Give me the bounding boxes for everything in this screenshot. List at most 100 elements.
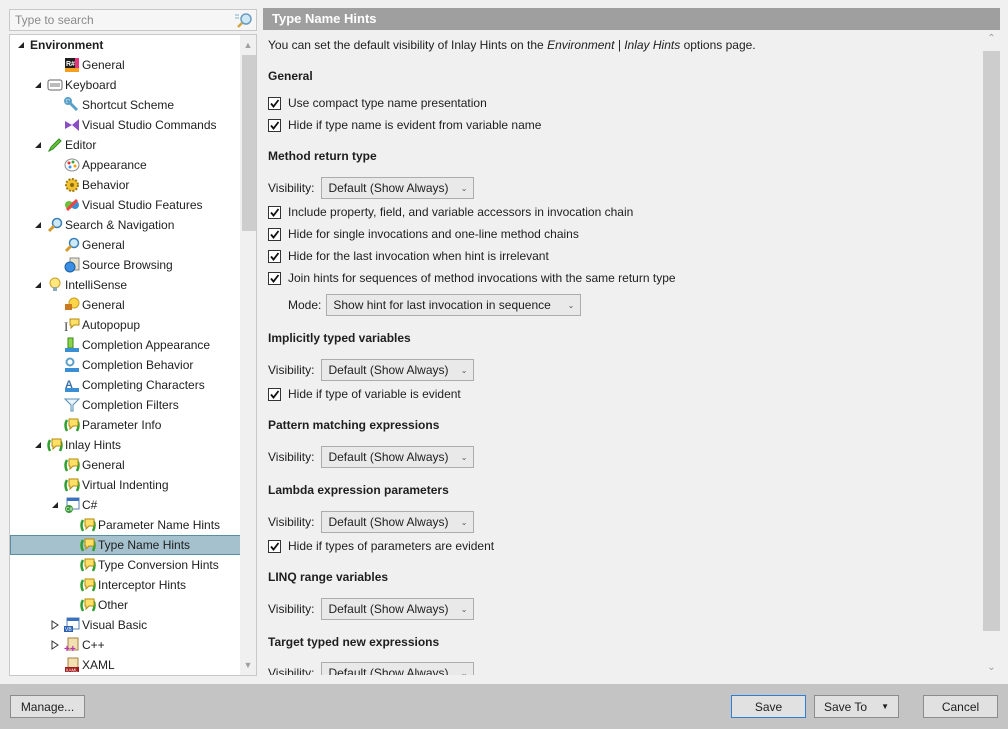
inlay-hint-icon — [64, 457, 80, 473]
manage-button[interactable]: Manage... — [10, 695, 85, 718]
tree-item[interactable]: Completion Behavior — [10, 355, 241, 375]
tree-item[interactable]: Parameter Info — [10, 415, 241, 435]
scroll-down-icon[interactable]: ⌄ — [983, 661, 1000, 675]
implicit-vars-visibility-dropdown[interactable]: Default (Show Always) ⌄ — [321, 359, 475, 381]
chevron-down-icon: ⌄ — [460, 517, 468, 527]
tree-item[interactable]: Shortcut Scheme — [10, 95, 241, 115]
expanded-arrow-icon[interactable] — [33, 140, 43, 150]
checkbox-hide-last-invocation[interactable]: Hide for the last invocation when hint i… — [268, 247, 549, 265]
checkbox-compact-type-name[interactable]: Use compact type name presentation — [268, 94, 487, 112]
scroll-up-icon[interactable]: ⌃ — [983, 32, 1000, 46]
inlay-hint-icon — [64, 477, 80, 493]
intro-prefix: You can set the default visibility of In… — [268, 38, 548, 52]
method-return-visibility-dropdown[interactable]: Default (Show Always) ⌄ — [321, 177, 475, 199]
intro-link[interactable]: Environment | Inlay Hints — [547, 38, 680, 52]
checkbox-label: Include property, field, and variable ac… — [288, 205, 634, 219]
checkbox[interactable] — [268, 271, 281, 285]
expanded-arrow-icon[interactable] — [33, 280, 43, 290]
tree-item[interactable]: Completion Filters — [10, 395, 241, 415]
tree-item[interactable]: Visual Studio Commands — [10, 115, 241, 135]
checkbox[interactable] — [268, 249, 281, 263]
save-to-button[interactable]: Save To ▼ — [814, 695, 899, 718]
tree-item[interactable]: Visual Studio Features — [10, 195, 241, 215]
tree-item[interactable]: IntelliSense — [10, 275, 241, 295]
linq-visibility-dropdown[interactable]: Default (Show Always) ⌄ — [321, 598, 475, 620]
tree-item[interactable]: Appearance — [10, 155, 241, 175]
scroll-up-icon[interactable]: ▲ — [240, 37, 256, 53]
tree-item[interactable]: R# General — [10, 55, 241, 75]
dropdown-value: Default (Show Always) — [328, 602, 449, 616]
collapsed-arrow-icon[interactable] — [50, 620, 60, 630]
tree-item[interactable]: A Completing Characters — [10, 375, 241, 395]
tree-item[interactable]: General — [10, 295, 241, 315]
expanded-arrow-icon[interactable] — [33, 80, 43, 90]
tree-item[interactable]: Parameter Name Hints — [10, 515, 241, 535]
checkbox[interactable] — [268, 227, 281, 241]
checkbox-hide-type-evident[interactable]: Hide if type of variable is evident — [268, 385, 461, 403]
cancel-button[interactable]: Cancel — [923, 695, 998, 718]
dropdown-value: Default (Show Always) — [328, 363, 449, 377]
tree-item[interactable]: General — [10, 235, 241, 255]
checkbox-include-accessors[interactable]: Include property, field, and variable ac… — [268, 203, 633, 221]
target-typed-visibility-dropdown[interactable]: Default (Show Always) ⌄ — [321, 662, 475, 675]
checkbox-hide-param-types-evident[interactable]: Hide if types of parameters are evident — [268, 537, 494, 555]
wrench-icon — [64, 97, 80, 113]
tree-item[interactable]: XAML XAML — [10, 655, 241, 675]
tree-item[interactable]: General — [10, 455, 241, 475]
tree-item-label: IntelliSense — [65, 278, 128, 292]
content-scroll-thumb[interactable] — [983, 51, 1000, 631]
expanded-arrow-icon[interactable] — [50, 500, 60, 510]
tree-item[interactable]: C# C# — [10, 495, 241, 515]
checkbox[interactable] — [268, 387, 281, 401]
tree-scrollbar[interactable]: ▲ ▼ — [240, 35, 256, 675]
checkbox-label: Hide for single invocations and one-line… — [288, 227, 579, 241]
expanded-arrow-icon[interactable] — [16, 40, 26, 50]
tree-item[interactable]: Interceptor Hints — [10, 575, 241, 595]
tree-item-label: Appearance — [82, 158, 147, 172]
search-icon[interactable] — [234, 11, 254, 29]
expanded-arrow-icon[interactable] — [33, 220, 43, 230]
tree-item-label: Interceptor Hints — [98, 578, 187, 592]
tree-item[interactable]: Source Browsing — [10, 255, 241, 275]
section-lambda-title: Lambda expression parameters — [268, 483, 449, 497]
search-input[interactable] — [10, 10, 234, 30]
checkbox[interactable] — [268, 96, 281, 110]
tree-item[interactable]: Editor — [10, 135, 241, 155]
scroll-down-icon[interactable]: ▼ — [240, 657, 256, 673]
tree-item[interactable]: ++ C++ — [10, 635, 241, 655]
tree-item[interactable]: Type Name Hints — [10, 535, 241, 555]
checkbox-label: Hide for the last invocation when hint i… — [288, 249, 549, 263]
content-scrollbar[interactable]: ⌃ ⌄ — [983, 30, 1000, 675]
lambda-visibility-dropdown[interactable]: Default (Show Always) ⌄ — [321, 511, 475, 533]
checkbox-hide-evident-from-name[interactable]: Hide if type name is evident from variab… — [268, 116, 541, 134]
pattern-visibility-dropdown[interactable]: Default (Show Always) ⌄ — [321, 446, 475, 468]
tree-item[interactable]: I Autopopup — [10, 315, 241, 335]
tree-item[interactable]: Inlay Hints — [10, 435, 241, 455]
tree-item[interactable]: Search & Navigation — [10, 215, 241, 235]
tree-item[interactable]: Environment — [10, 35, 241, 55]
search-box[interactable] — [9, 9, 257, 31]
linq-visibility-row: Visibility: Default (Show Always) ⌄ — [268, 598, 475, 620]
save-button[interactable]: Save — [731, 695, 806, 718]
mode-dropdown[interactable]: Show hint for last invocation in sequenc… — [326, 294, 582, 316]
mode-row: Mode: Show hint for last invocation in s… — [288, 294, 582, 316]
checkbox-hide-single-invocations[interactable]: Hide for single invocations and one-line… — [268, 225, 579, 243]
tree-item-label: Keyboard — [65, 78, 117, 92]
checkbox-join-hints[interactable]: Join hints for sequences of method invoc… — [268, 269, 676, 287]
tree-item[interactable]: Type Conversion Hints — [10, 555, 241, 575]
tree-item[interactable]: Completion Appearance — [10, 335, 241, 355]
tree-item-label: C# — [82, 498, 98, 512]
tree-item[interactable]: Virtual Indenting — [10, 475, 241, 495]
tree-item[interactable]: Behavior — [10, 175, 241, 195]
checkbox[interactable] — [268, 205, 281, 219]
tree-scroll-thumb[interactable] — [242, 55, 256, 231]
tree-item[interactable]: Other — [10, 595, 241, 615]
visibility-label: Visibility: — [268, 666, 315, 675]
tree-item[interactable]: Keyboard — [10, 75, 241, 95]
tree-item[interactable]: VB Visual Basic — [10, 615, 241, 635]
dialog-footer: Manage... Save Save To ▼ Cancel — [0, 684, 1008, 729]
checkbox[interactable] — [268, 118, 281, 132]
checkbox[interactable] — [268, 539, 281, 553]
expanded-arrow-icon[interactable] — [33, 440, 43, 450]
collapsed-arrow-icon[interactable] — [50, 640, 60, 650]
